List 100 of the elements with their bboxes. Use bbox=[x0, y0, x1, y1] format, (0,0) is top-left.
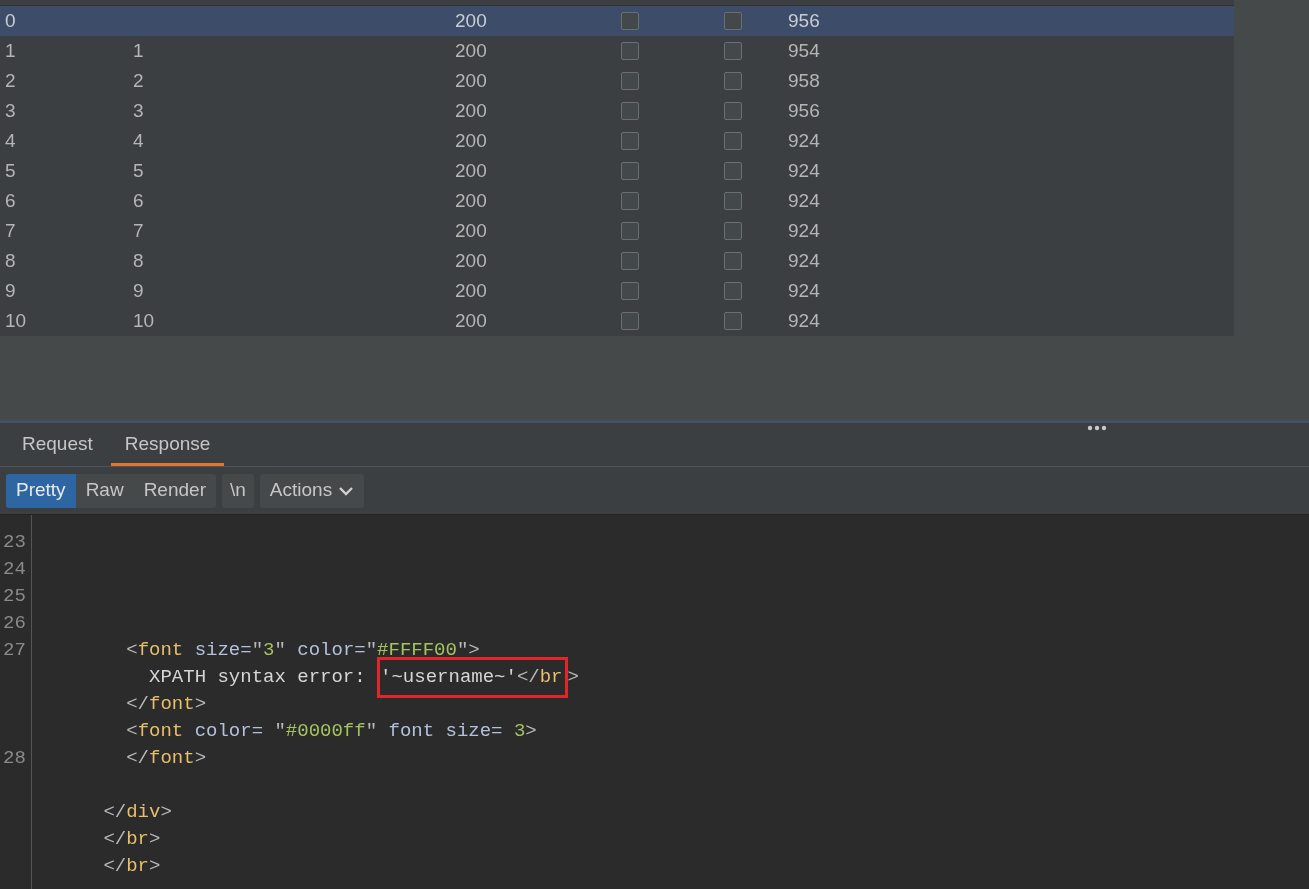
line-number: 23 bbox=[3, 531, 26, 553]
actions-button[interactable]: Actions bbox=[259, 473, 365, 508]
checkbox[interactable] bbox=[621, 12, 639, 30]
line-number: 25 bbox=[3, 585, 26, 607]
checkbox[interactable] bbox=[621, 282, 639, 300]
table-cell: 3 bbox=[5, 99, 16, 121]
code-line: <font color= "#0000ff" font size= 3> bbox=[125, 719, 537, 744]
table-cell: 924 bbox=[788, 249, 820, 271]
view-mode-button[interactable]: Raw bbox=[75, 473, 134, 508]
table-cell: 7 bbox=[133, 219, 144, 241]
code-line: </font> bbox=[125, 746, 207, 771]
table-cell: 200 bbox=[455, 309, 487, 331]
table-cell: 9 bbox=[133, 279, 144, 301]
table-cell: 8 bbox=[133, 249, 144, 271]
checkbox[interactable] bbox=[621, 222, 639, 240]
code-line: <font size="3" color="#FFFF00"> bbox=[125, 638, 480, 663]
table-cell: 200 bbox=[455, 69, 487, 91]
table-cell: 4 bbox=[5, 129, 16, 151]
table-row[interactable]: 8 8 200 924 bbox=[0, 246, 1234, 276]
table-row[interactable]: 0 200 956 bbox=[0, 6, 1234, 36]
table-cell: 10 bbox=[133, 309, 155, 331]
table-cell: 200 bbox=[455, 99, 487, 121]
table-row[interactable]: 6 6 200 924 bbox=[0, 186, 1234, 216]
table-cell: 958 bbox=[788, 69, 820, 91]
table-row[interactable]: 4 4 200 924 bbox=[0, 126, 1234, 156]
checkbox[interactable] bbox=[724, 282, 742, 300]
table-row[interactable]: 3 3 200 956 bbox=[0, 96, 1234, 126]
table-cell: 2 bbox=[133, 69, 144, 91]
code-line: > bbox=[567, 665, 579, 690]
table-cell: 0 bbox=[5, 9, 16, 31]
table-cell: 2 bbox=[5, 69, 16, 91]
code-line: </br> bbox=[102, 827, 161, 852]
table-cell: 4 bbox=[133, 129, 144, 151]
table-cell: 1 bbox=[133, 39, 144, 61]
code-line: </br> bbox=[102, 854, 161, 879]
table-cell: 5 bbox=[5, 159, 16, 181]
table-cell: 10 bbox=[5, 309, 27, 331]
checkbox[interactable] bbox=[621, 42, 639, 60]
code-line: </font> bbox=[125, 692, 207, 717]
checkbox[interactable] bbox=[724, 162, 742, 180]
table-cell: 6 bbox=[133, 189, 144, 211]
line-number: 26 bbox=[3, 612, 26, 634]
table-row[interactable]: 9 9 200 924 bbox=[0, 276, 1234, 306]
table-cell: 200 bbox=[455, 279, 487, 301]
table-cell: 956 bbox=[788, 9, 820, 31]
table-cell: 200 bbox=[455, 129, 487, 151]
line-number: 28 bbox=[3, 747, 26, 769]
table-cell: 7 bbox=[5, 219, 16, 241]
table-cell: 1 bbox=[5, 39, 16, 61]
checkbox[interactable] bbox=[621, 162, 639, 180]
table-cell: 8 bbox=[5, 249, 16, 271]
table-cell: 200 bbox=[455, 159, 487, 181]
checkbox[interactable] bbox=[621, 132, 639, 150]
checkbox[interactable] bbox=[724, 222, 742, 240]
checkbox[interactable] bbox=[621, 72, 639, 90]
table-row[interactable]: 5 5 200 924 bbox=[0, 156, 1234, 186]
newline-toggle-button[interactable]: \n bbox=[221, 473, 254, 508]
table-cell: 924 bbox=[788, 279, 820, 301]
table-row[interactable]: 7 7 200 924 bbox=[0, 216, 1234, 246]
table-cell: 200 bbox=[455, 219, 487, 241]
drag-handle-icon[interactable] bbox=[1087, 425, 1107, 431]
table-cell: 5 bbox=[133, 159, 144, 181]
checkbox[interactable] bbox=[621, 252, 639, 270]
table-cell: 6 bbox=[5, 189, 16, 211]
table-cell: 9 bbox=[5, 279, 16, 301]
table-row[interactable]: 1 1 200 954 bbox=[0, 36, 1234, 66]
code-line: '~username~'</br bbox=[380, 665, 563, 690]
checkbox[interactable] bbox=[724, 312, 742, 330]
checkbox[interactable] bbox=[724, 102, 742, 120]
table-cell: 200 bbox=[455, 39, 487, 61]
checkbox[interactable] bbox=[724, 42, 742, 60]
checkbox[interactable] bbox=[621, 312, 639, 330]
table-cell: 924 bbox=[788, 189, 820, 211]
checkbox[interactable] bbox=[724, 192, 742, 210]
chevron-down-icon bbox=[338, 485, 355, 496]
checkbox[interactable] bbox=[724, 12, 742, 30]
checkbox[interactable] bbox=[724, 132, 742, 150]
table-cell: 924 bbox=[788, 129, 820, 151]
tab[interactable]: Request bbox=[8, 426, 107, 466]
table-row[interactable]: 2 2 200 958 bbox=[0, 66, 1234, 96]
table-cell: 924 bbox=[788, 219, 820, 241]
table-cell: 200 bbox=[455, 189, 487, 211]
table-cell: 200 bbox=[455, 249, 487, 271]
line-number: 27 bbox=[3, 639, 26, 661]
table-cell: 956 bbox=[788, 99, 820, 121]
table-cell: 954 bbox=[788, 39, 820, 61]
table-cell: 924 bbox=[788, 309, 820, 331]
view-mode-button[interactable]: Render bbox=[133, 473, 216, 508]
code-line: XPATH syntax error: bbox=[148, 665, 367, 690]
checkbox[interactable] bbox=[724, 72, 742, 90]
table-cell: 924 bbox=[788, 159, 820, 181]
checkbox[interactable] bbox=[621, 192, 639, 210]
checkbox[interactable] bbox=[724, 252, 742, 270]
table-cell: 200 bbox=[455, 9, 487, 31]
checkbox[interactable] bbox=[621, 102, 639, 120]
tab[interactable]: Response bbox=[110, 426, 225, 466]
view-mode-button[interactable]: Pretty bbox=[6, 473, 76, 508]
table-cell: 3 bbox=[133, 99, 144, 121]
table-row[interactable]: 10 10 200 924 bbox=[0, 306, 1234, 336]
code-line: </div> bbox=[102, 800, 172, 825]
